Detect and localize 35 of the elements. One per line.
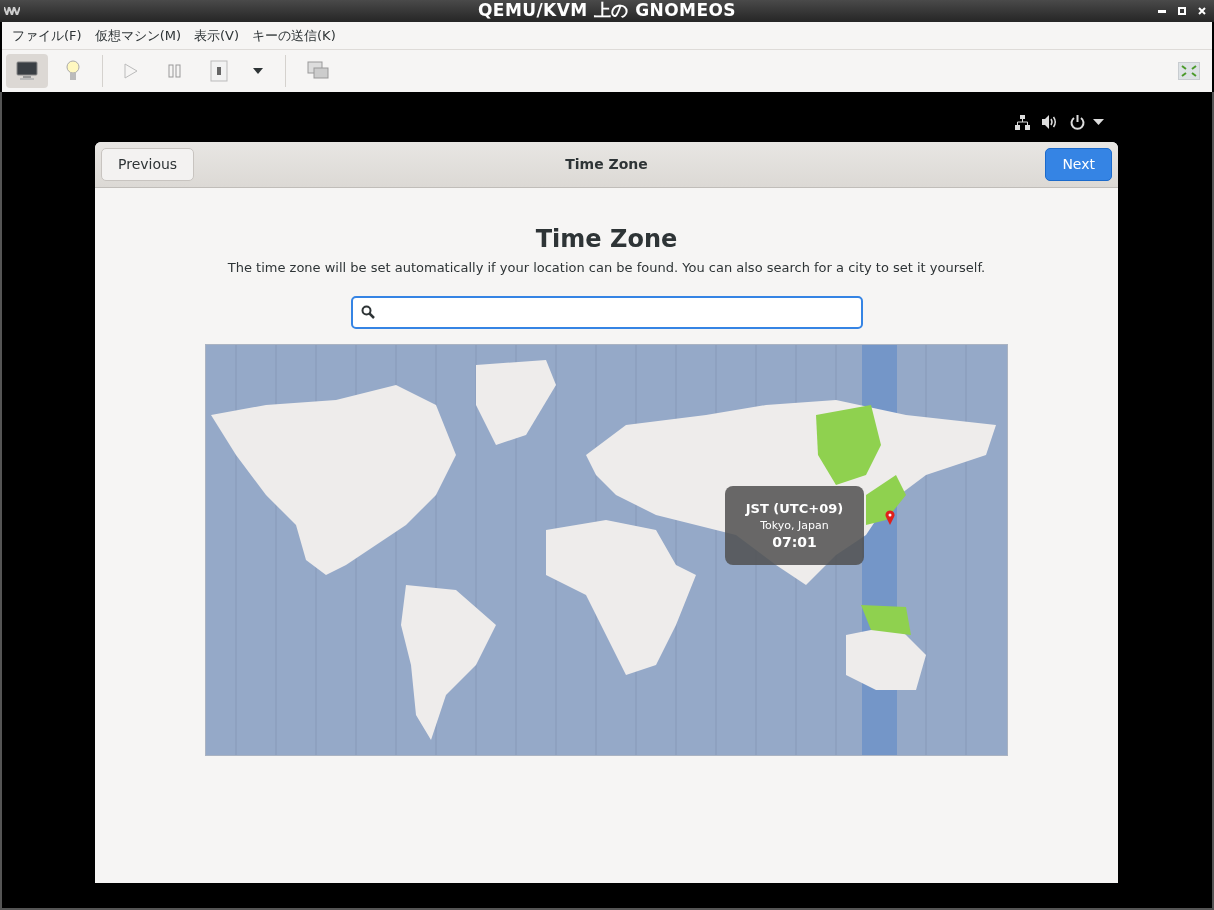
monitor-icon xyxy=(16,61,38,81)
page-heading: Time Zone xyxy=(535,224,678,254)
console-view-button[interactable] xyxy=(6,54,48,88)
lightbulb-icon xyxy=(66,60,80,82)
volume-icon[interactable] xyxy=(1042,115,1058,129)
description-text: The time zone will be set automatically if your location can be found. You can also search for a city to set it yourself. xyxy=(227,259,986,277)
switch-icon xyxy=(210,60,228,82)
close-icon[interactable] xyxy=(1198,7,1206,15)
power-icon[interactable] xyxy=(1070,114,1085,130)
network-icon[interactable] xyxy=(1015,114,1030,130)
monitors-icon xyxy=(307,61,329,81)
time-label: 07:01 xyxy=(772,532,817,551)
pause-icon xyxy=(168,64,182,78)
menu-item[interactable]: ファイル(F) xyxy=(6,25,88,46)
next-button[interactable]: Next xyxy=(1045,148,1112,181)
menu-item[interactable]: 仮想マシン(M) xyxy=(88,25,187,46)
search-icon xyxy=(360,305,375,319)
city-label: Tokyo, Japan xyxy=(760,517,829,533)
maximize-icon[interactable] xyxy=(1178,7,1186,15)
fullscreen-button[interactable] xyxy=(1178,62,1200,80)
previous-button[interactable]: Previous xyxy=(101,148,195,181)
caret-icon[interactable] xyxy=(1093,119,1104,125)
window-title: QEMU/KVM 上の GNOMEOS xyxy=(478,0,736,23)
menu-item[interactable]: キーの送信(K) xyxy=(246,25,342,46)
timezone-label: JST (UTC+09) xyxy=(745,499,844,518)
map-pin-icon xyxy=(885,509,895,525)
app-icon xyxy=(4,7,20,15)
fullscreen-icon xyxy=(1181,65,1197,77)
search-field[interactable] xyxy=(350,295,863,329)
header-title: Time Zone xyxy=(565,155,648,174)
menu-item[interactable]: 表示(V) xyxy=(188,25,246,46)
minimize-icon[interactable] xyxy=(1158,9,1166,13)
play-icon xyxy=(124,63,138,79)
caret-icon xyxy=(253,68,263,74)
world-map-drawing[interactable] xyxy=(206,344,1007,755)
